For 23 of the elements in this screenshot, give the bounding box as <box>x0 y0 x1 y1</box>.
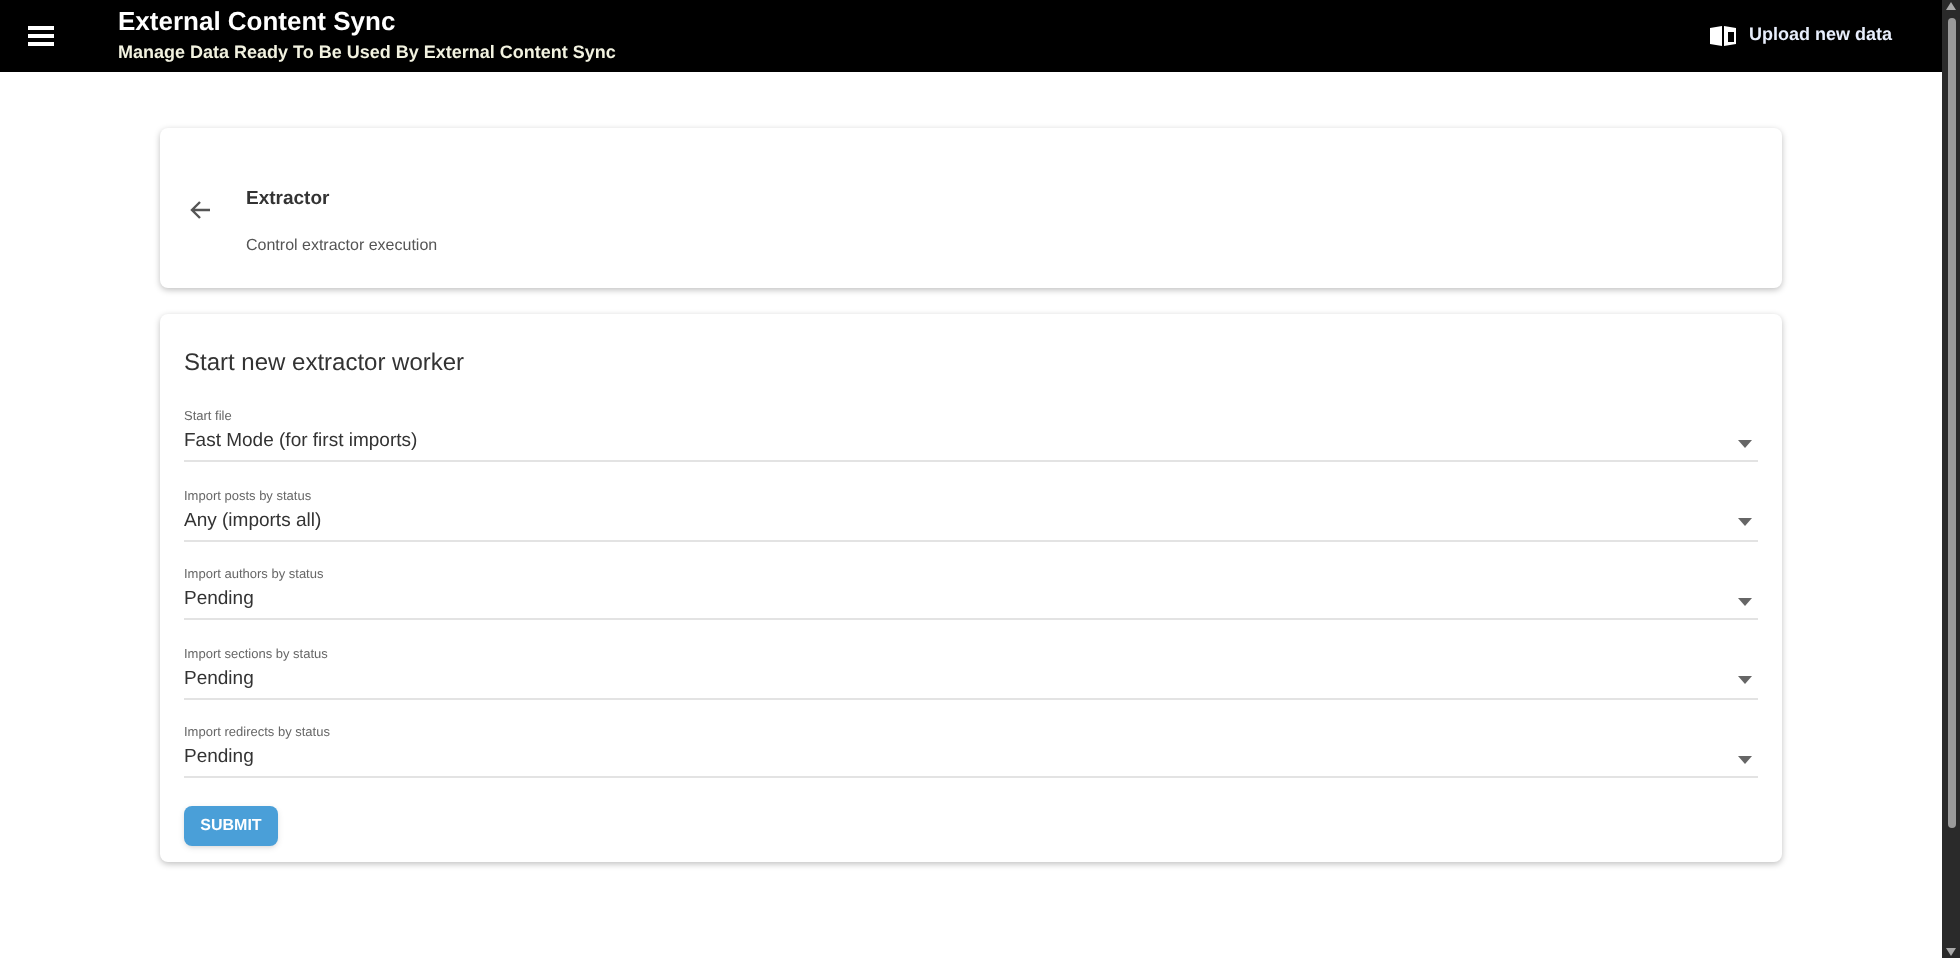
field-value: Pending <box>184 665 256 694</box>
app-title: External Content Sync <box>118 6 398 38</box>
scrollbar[interactable] <box>1942 0 1960 958</box>
scrollbar-thumb[interactable] <box>1947 18 1955 828</box>
field-value: Any (imports all) <box>184 507 324 536</box>
form-title: Start new extractor worker <box>184 346 467 380</box>
card-description: Control extractor execution <box>246 234 438 259</box>
book-icon <box>1710 26 1737 46</box>
scroll-up-icon[interactable] <box>1946 2 1956 10</box>
dropdown-caret-icon <box>1738 439 1752 447</box>
back-arrow-icon[interactable] <box>190 200 212 220</box>
dropdown-caret-icon <box>1738 676 1752 684</box>
field-value: Fast Mode (for first imports) <box>184 428 420 457</box>
dropdown-caret-icon <box>1738 597 1752 605</box>
app-subtitle: Manage Data Ready To Be Used By External Content Sync <box>118 40 616 66</box>
dropdown-caret-icon <box>1738 518 1752 526</box>
scroll-down-icon[interactable] <box>1946 948 1956 956</box>
field-value: Pending <box>184 744 256 773</box>
upload-button[interactable]: Upload new data <box>1710 22 1892 50</box>
dropdown-caret-icon <box>1738 755 1752 763</box>
menu-icon[interactable] <box>28 26 54 46</box>
card-title: Extractor <box>246 186 332 214</box>
field-value: Pending <box>184 586 256 615</box>
